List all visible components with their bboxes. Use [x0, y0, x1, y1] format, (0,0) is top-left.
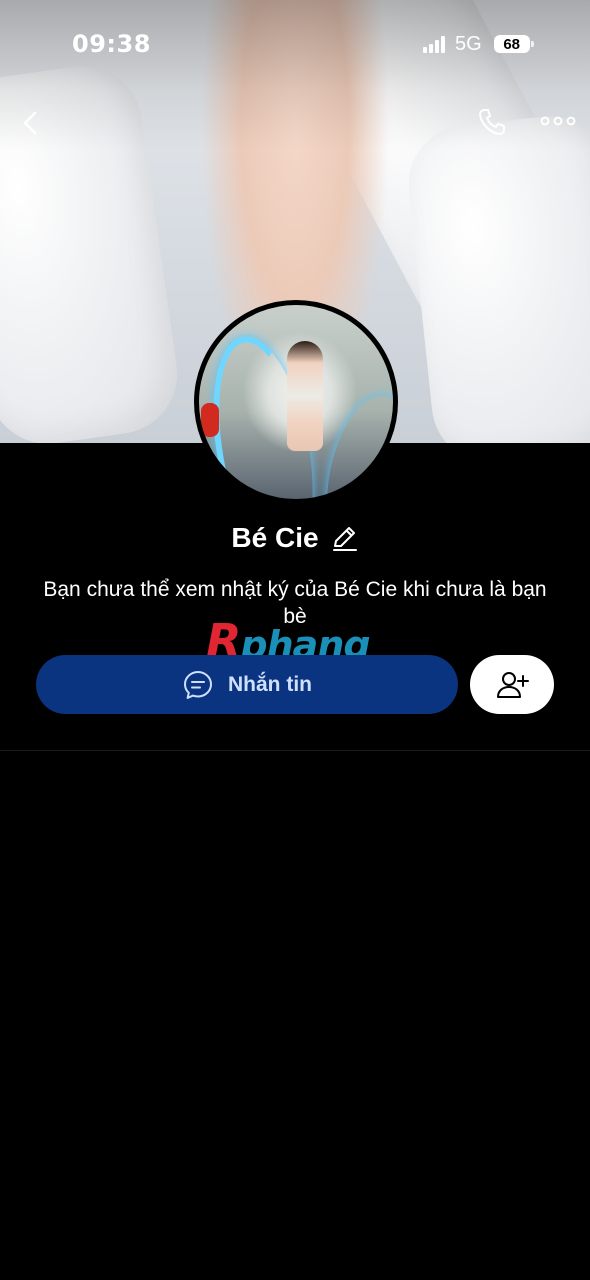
- chevron-left-icon[interactable]: [18, 110, 44, 136]
- battery-level: 68: [503, 35, 521, 53]
- cover-inflatable-right-lower: [402, 110, 590, 443]
- avatar-red-object: [201, 403, 219, 437]
- profile-name-row: Bé Cie: [0, 518, 590, 558]
- battery-icon: 68: [493, 35, 534, 53]
- message-button[interactable]: Nhắn tin: [36, 655, 458, 714]
- network-type: 5G: [455, 32, 482, 55]
- profile-name: Bé Cie: [231, 522, 319, 553]
- status-bar: 09:38 5G 68: [0, 24, 590, 64]
- chat-bubble-icon: [184, 670, 212, 699]
- more-dots-icon[interactable]: [540, 108, 576, 134]
- avatar[interactable]: [194, 300, 398, 504]
- phone-icon[interactable]: [476, 106, 508, 138]
- status-time: 09:38: [72, 30, 151, 58]
- message-button-label: Nhắn tin: [228, 672, 312, 696]
- add-friend-button[interactable]: [470, 655, 554, 714]
- add-friend-icon: [497, 671, 529, 698]
- status-indicators: 5G 68: [423, 32, 534, 55]
- pencil-icon[interactable]: [331, 524, 359, 552]
- avatar-neon-arc-right: [314, 389, 393, 499]
- avatar-person: [287, 341, 323, 451]
- cellular-signal-icon: [423, 35, 445, 53]
- section-divider: [0, 750, 590, 751]
